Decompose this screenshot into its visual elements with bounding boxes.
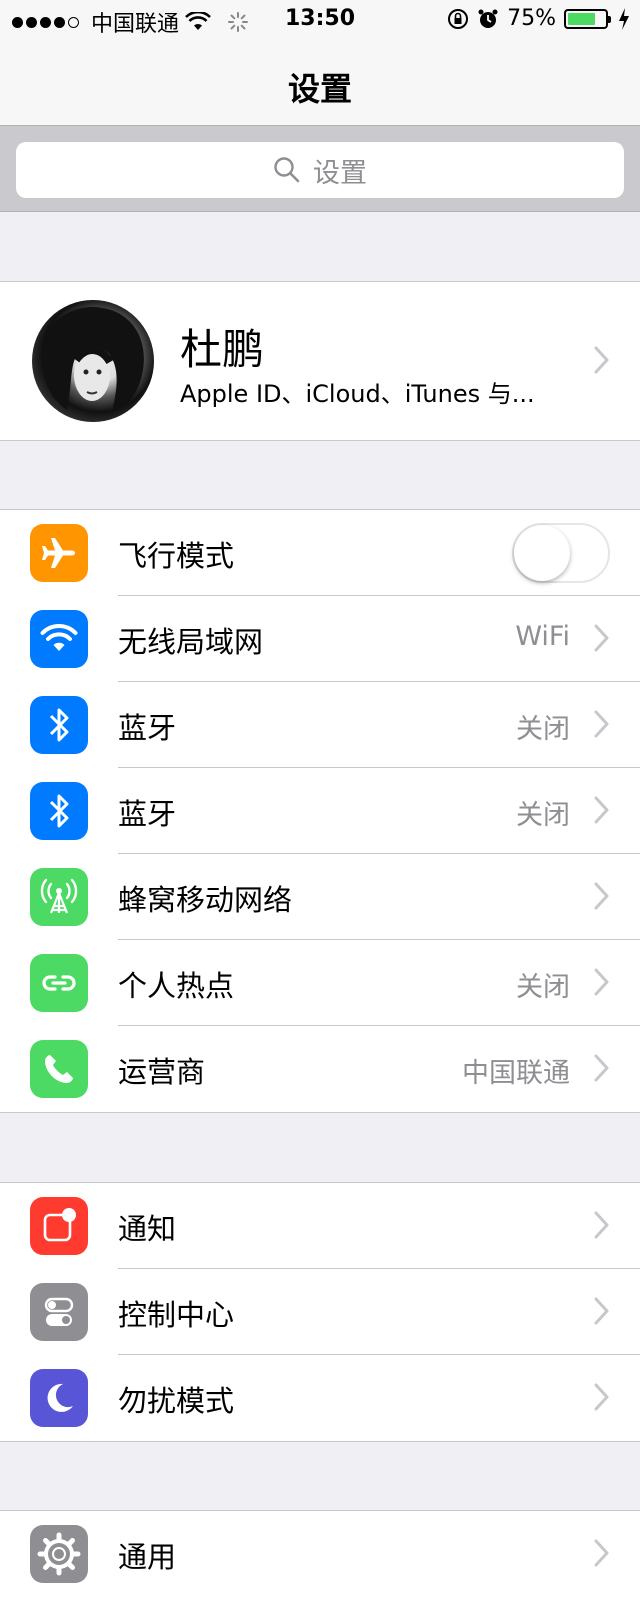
settings-row-do-not-disturb[interactable]: 勿扰模式 [0,1355,640,1441]
control-center-icon [30,1283,88,1341]
chevron-right-icon [594,346,609,374]
notifications-group: 通知 控制中心 勿扰模式 [0,1182,640,1442]
row-value: 关闭 [516,800,570,831]
toggle-knob [514,525,570,581]
row-value: 关闭 [516,714,570,745]
settings-row-bluetooth[interactable]: 蓝牙 关闭 [0,682,640,768]
wifi-icon [30,610,88,668]
chevron-right-icon [594,796,609,824]
settings-row-bluetooth[interactable]: 蓝牙 关闭 [0,768,640,854]
row-label: 通用 [118,1540,177,1574]
chevron-right-icon [594,1539,609,1567]
search-placeholder: 设置 [313,157,367,189]
row-value: 关闭 [516,972,570,1003]
row-label: 勿扰模式 [118,1384,235,1418]
phone-icon [30,1040,88,1098]
notifications-icon [30,1197,88,1255]
row-label: 运营商 [118,1055,206,1089]
row-label: 控制中心 [118,1298,235,1332]
row-value: 中国联通 [462,1058,570,1089]
row-label: 飞行模式 [118,539,235,573]
settings-row-personal-hotspot[interactable]: 个人热点 关闭 [0,940,640,1026]
hotspot-icon [30,954,88,1012]
settings-row-carrier[interactable]: 运营商 中国联通 [0,1026,640,1112]
row-label: 蓝牙 [118,797,177,831]
charging-bolt-icon [619,7,629,30]
profile-name: 杜鹏 [180,325,265,374]
profile-group: 杜鹏 Apple ID、iCloud、iTunes 与... [0,281,640,441]
chevron-right-icon [594,882,609,910]
chevron-right-icon [594,968,609,996]
search-icon [274,157,300,183]
page-title: 设置 [287,70,352,108]
gear-icon [30,1525,88,1583]
search-input[interactable]: 设置 [16,142,624,198]
settings-row-notifications[interactable]: 通知 [0,1183,640,1269]
avatar [32,300,154,422]
chevron-right-icon [594,1297,609,1325]
bluetooth-icon [30,696,88,754]
settings-row-general[interactable]: 通用 [0,1511,640,1597]
general-group: 通用 [0,1510,640,1598]
connectivity-group: 飞行模式 无线局域网 WiFi 蓝牙 关闭 蓝牙 关闭 蜂窝移动网络 个人热点 … [0,509,640,1113]
battery-icon [564,8,611,29]
settings-row-cellular[interactable]: 蜂窝移动网络 [0,854,640,940]
settings-row-control-center[interactable]: 控制中心 [0,1269,640,1355]
battery-percent: 75% [507,6,556,31]
chevron-right-icon [594,624,609,652]
navigation-bar: 设置 [0,40,640,126]
row-label: 通知 [118,1212,177,1246]
bluetooth-icon [30,782,88,840]
row-label: 蜂窝移动网络 [118,883,293,917]
chevron-right-icon [594,1383,609,1411]
alarm-icon [478,9,498,28]
status-bar: 中国联通 13:50 75% [0,0,640,40]
rotation-lock-icon [448,8,469,29]
settings-row-wifi[interactable]: 无线局域网 WiFi [0,596,640,682]
row-label: 蓝牙 [118,711,177,745]
chevron-right-icon [594,1054,609,1082]
moon-icon [30,1369,88,1427]
battery-level [568,12,595,25]
airplane-icon [30,524,88,582]
chevron-right-icon [594,710,609,738]
row-label: 个人热点 [118,969,235,1003]
chevron-right-icon [594,1211,609,1239]
profile-subtitle: Apple ID、iCloud、iTunes 与... [180,380,535,408]
apple-id-row[interactable]: 杜鹏 Apple ID、iCloud、iTunes 与... [0,282,640,440]
airplane-mode-toggle[interactable] [512,523,610,583]
settings-row-airplane-mode: 飞行模式 [0,510,640,596]
search-bar: 设置 [0,126,640,212]
row-value: WiFi [515,621,570,652]
row-label: 无线局域网 [118,625,264,659]
cellular-icon [30,868,88,926]
